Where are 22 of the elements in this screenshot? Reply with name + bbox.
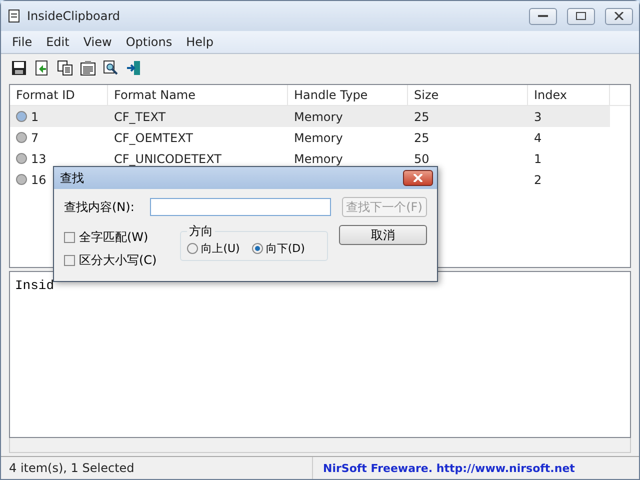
table-cell: Memory xyxy=(294,130,343,144)
status-text: 4 item(s), 1 Selected xyxy=(1,457,313,479)
table-cell: 16 xyxy=(31,172,46,186)
table-cell: CF_TEXT xyxy=(114,110,166,124)
window-title: InsideClipboard xyxy=(27,9,122,23)
table-cell: 2 xyxy=(534,172,542,186)
table-cell: 50 xyxy=(414,152,430,166)
table-cell: 25 xyxy=(414,110,430,124)
table-cell: CF_OEMTEXT xyxy=(114,130,193,144)
table-cell: 3 xyxy=(534,110,542,124)
table-cell: 4 xyxy=(534,130,542,144)
table-cell: Memory xyxy=(294,152,343,166)
field-label: 查找内容(N): xyxy=(64,198,136,216)
table-cell: Memory xyxy=(294,110,343,124)
pane-text: Insid xyxy=(15,278,56,293)
table-cell: 7 xyxy=(31,130,39,144)
table-cell: 25 xyxy=(414,130,430,144)
dialog-title: 查找 xyxy=(60,170,84,186)
table-cell: 1 xyxy=(534,152,542,166)
table-cell: 13 xyxy=(31,152,46,166)
table-cell: 1 xyxy=(31,110,39,124)
table-cell: CF_UNICODETEXT xyxy=(114,152,222,166)
